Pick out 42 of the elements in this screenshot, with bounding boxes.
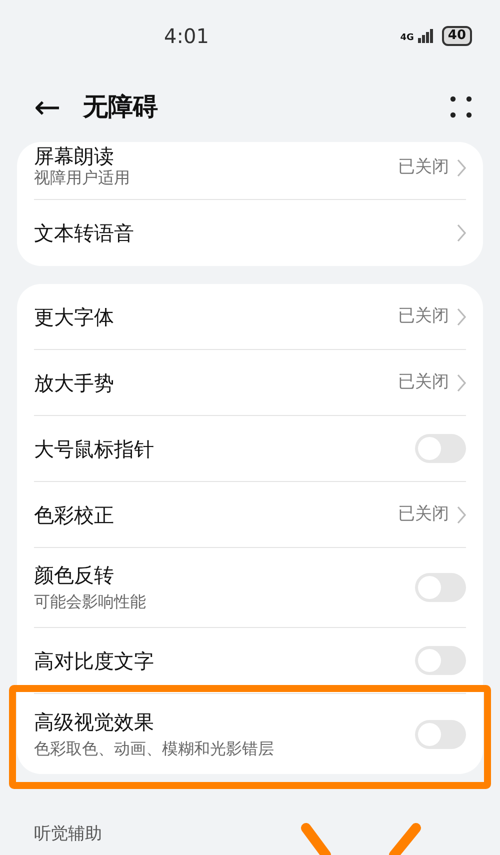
item-value: 已关闭	[398, 502, 449, 526]
item-title: 更大字体	[34, 304, 115, 330]
item-subtitle: 色彩取色、动画、模糊和光影错层	[34, 738, 275, 760]
item-title: 屏幕朗读	[34, 146, 115, 166]
item-subtitle: 视障用户适用	[34, 168, 131, 189]
settings-item[interactable]: 高级视觉效果 色彩取色、动画、模糊和光影错层	[34, 694, 466, 774]
settings-item[interactable]: 大号鼠标指针	[34, 416, 466, 482]
item-title: 颜色反转	[34, 562, 115, 588]
chevron-icon	[457, 506, 466, 524]
signal-icon	[418, 29, 434, 43]
settings-item[interactable]: 放大手势 已关闭	[34, 350, 466, 416]
item-title: 色彩校正	[34, 502, 115, 528]
battery-level: 40	[442, 26, 472, 46]
settings-item[interactable]: 色彩校正 已关闭	[34, 482, 466, 548]
back-button[interactable]: ←	[34, 91, 61, 123]
item-value: 已关闭	[398, 370, 449, 394]
item-title: 文本转语音	[34, 220, 135, 246]
toggle-switch[interactable]	[415, 573, 466, 602]
more-icon[interactable]	[450, 96, 472, 118]
item-title: 高级视觉效果	[34, 708, 155, 735]
toggle-switch[interactable]	[415, 646, 466, 675]
item-subtitle: 可能会影响性能	[34, 592, 147, 613]
item-title: 大号鼠标指针	[34, 436, 155, 462]
item-value: 已关闭	[398, 156, 449, 179]
settings-item[interactable]: 文本转语音	[34, 200, 466, 266]
toggle-switch[interactable]	[415, 720, 466, 748]
status-time: 4:01	[164, 23, 209, 50]
item-title: 高对比度文字	[34, 648, 155, 674]
settings-item[interactable]: 颜色反转 可能会影响性能	[34, 548, 466, 628]
section-label: 听觉辅助	[34, 823, 102, 846]
toggle-switch[interactable]	[415, 434, 466, 463]
settings-item[interactable]: 屏幕朗读 视障用户适用 已关闭	[34, 142, 466, 200]
chevron-icon	[457, 374, 466, 392]
settings-item[interactable]: 更大字体 已关闭	[34, 284, 466, 350]
chevron-icon	[457, 224, 466, 242]
network-label: 4G	[400, 34, 414, 43]
item-value: 已关闭	[398, 304, 449, 328]
chevron-icon	[457, 158, 466, 176]
item-title: 放大手势	[34, 370, 115, 396]
chevron-icon	[457, 308, 466, 326]
settings-item[interactable]: 高对比度文字	[34, 628, 466, 694]
page-title: 无障碍	[82, 91, 158, 124]
